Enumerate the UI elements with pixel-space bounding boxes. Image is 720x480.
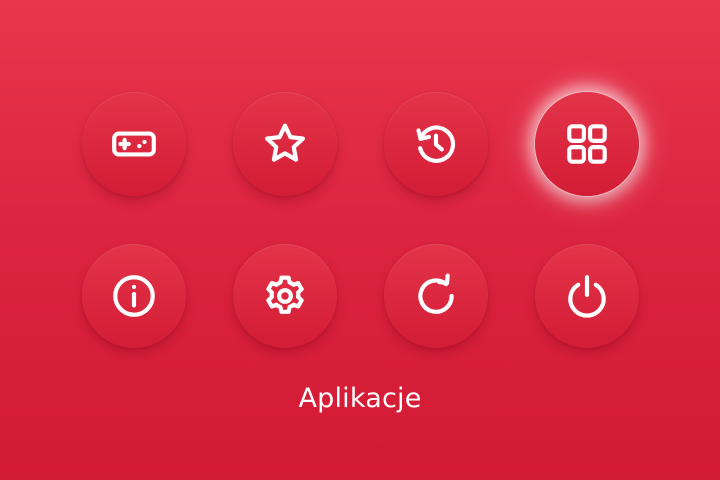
history-button[interactable]: [384, 92, 488, 196]
refresh-icon: [418, 273, 454, 314]
info-icon: [113, 275, 155, 317]
apps-button[interactable]: [535, 92, 639, 196]
refresh-button[interactable]: [384, 244, 488, 348]
selected-item-caption: Aplikacje: [298, 383, 422, 414]
power-icon: [568, 275, 606, 318]
gamepad-icon: [112, 131, 156, 157]
settings-gear-icon: [266, 275, 304, 314]
star-icon: [265, 123, 306, 162]
favorites-button[interactable]: [233, 92, 337, 196]
apps-grid-icon: [567, 124, 607, 164]
info-button[interactable]: [82, 244, 186, 348]
history-icon: [416, 125, 456, 163]
power-button[interactable]: [535, 244, 639, 348]
settings-button[interactable]: [233, 244, 337, 348]
games-button[interactable]: [82, 92, 186, 196]
